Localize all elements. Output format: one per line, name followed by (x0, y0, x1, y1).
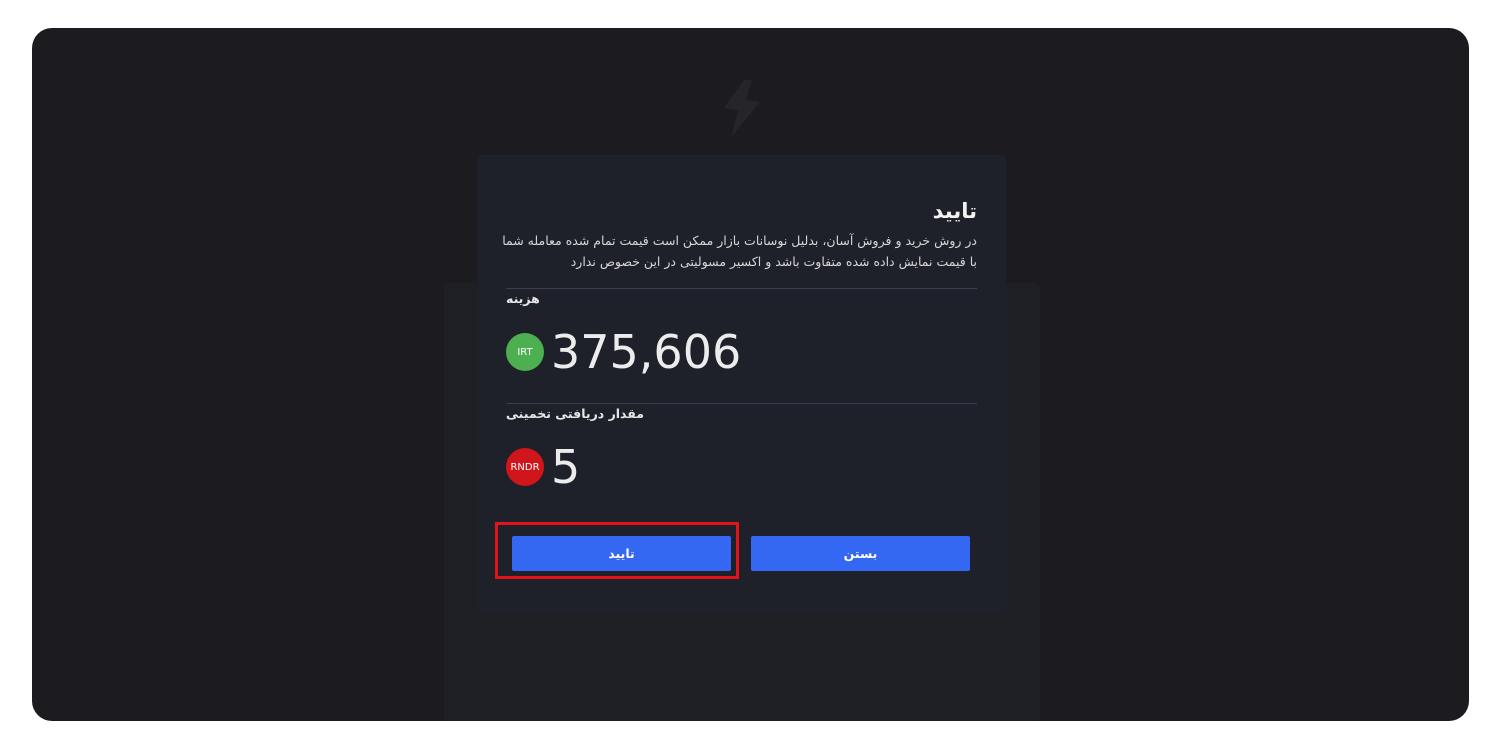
dialog-title: تایید (932, 199, 977, 223)
close-button[interactable]: بستن (751, 536, 970, 571)
estimate-amount: 5 (551, 440, 581, 494)
estimate-row: RNDR 5 (506, 442, 580, 492)
confirm-button-highlight (495, 522, 739, 579)
confirm-dialog: تایید در روش خرید و فروش آسان، بدلیل نوس… (477, 155, 1006, 613)
cost-amount: 375,606 (551, 325, 742, 379)
irt-coin-icon: IRT (506, 333, 544, 371)
divider (506, 403, 977, 404)
cost-row: IRT 375,606 (506, 327, 741, 377)
logo-icon (724, 80, 760, 136)
dialog-description: در روش خرید و فروش آسان، بدلیل نوسانات ب… (502, 233, 977, 269)
cost-label: هزینه (506, 291, 540, 306)
rndr-coin-icon: RNDR (506, 448, 544, 486)
divider (506, 288, 977, 289)
app-window: تایید در روش خرید و فروش آسان، بدلیل نوس… (32, 28, 1469, 721)
estimate-label: مقدار دریافتی تخمینی (506, 406, 645, 421)
